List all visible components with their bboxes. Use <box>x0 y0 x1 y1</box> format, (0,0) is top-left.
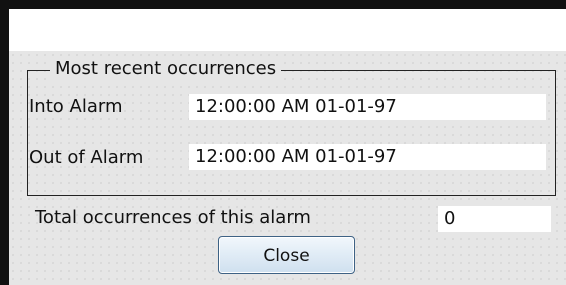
close-button[interactable]: Close <box>218 236 355 274</box>
window-frame-left <box>0 0 9 285</box>
window-frame-top <box>0 0 566 9</box>
total-occurrences-label: Total occurrences of this alarm <box>35 207 311 228</box>
recent-occurrences-group <box>27 70 556 196</box>
out-of-alarm-label: Out of Alarm <box>29 147 144 168</box>
into-alarm-label: Into Alarm <box>29 96 123 117</box>
total-occurrences-field[interactable]: 0 <box>438 206 551 232</box>
recent-occurrences-legend: Most recent occurrences <box>50 57 282 81</box>
into-alarm-field[interactable]: 12:00:00 AM 01-01-97 <box>189 94 546 120</box>
window-title-bar <box>9 9 566 51</box>
out-of-alarm-field[interactable]: 12:00:00 AM 01-01-97 <box>189 144 546 170</box>
